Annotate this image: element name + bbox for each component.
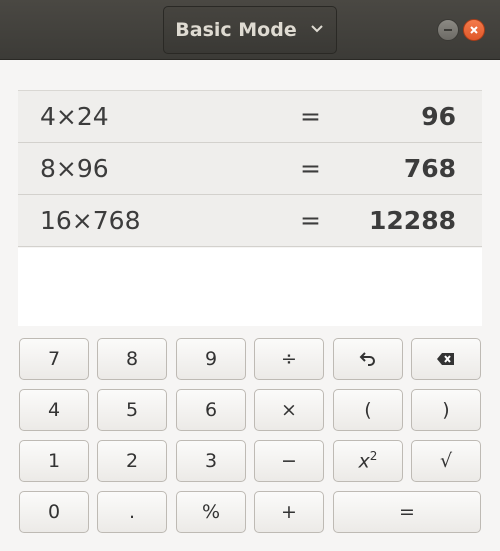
- key-decimal[interactable]: .: [97, 491, 167, 533]
- expression-input[interactable]: [18, 248, 482, 326]
- key-5[interactable]: 5: [97, 389, 167, 431]
- title-bar: Basic Mode: [0, 0, 500, 60]
- close-icon: [470, 26, 478, 34]
- undo-button[interactable]: [333, 338, 403, 380]
- key-1[interactable]: 1: [19, 440, 89, 482]
- backspace-icon: [437, 353, 454, 365]
- key-subtract[interactable]: −: [254, 440, 324, 482]
- history-result: 768: [403, 154, 456, 183]
- square-label: x2: [359, 449, 378, 472]
- history-equals: =: [300, 206, 321, 235]
- backspace-button[interactable]: [411, 338, 481, 380]
- key-4[interactable]: 4: [19, 389, 89, 431]
- history-expression: 16×768: [40, 206, 141, 235]
- key-6[interactable]: 6: [176, 389, 246, 431]
- close-button[interactable]: [463, 19, 485, 41]
- key-9[interactable]: 9: [176, 338, 246, 380]
- history-expression: 4×24: [40, 102, 109, 131]
- history-result: 96: [421, 102, 456, 131]
- mode-selector-button[interactable]: Basic Mode: [163, 6, 337, 54]
- history-row[interactable]: 8×96 = 768: [18, 143, 482, 195]
- minimize-icon: [444, 29, 452, 31]
- history-expression: 8×96: [40, 154, 109, 183]
- history-equals: =: [300, 102, 321, 131]
- square-base: x: [358, 450, 370, 473]
- key-percent[interactable]: %: [176, 491, 246, 533]
- mode-label: Basic Mode: [175, 19, 297, 41]
- key-open-paren[interactable]: (: [333, 389, 403, 431]
- history-list: 4×24 = 96 8×96 = 768 16×768 = 12288: [18, 90, 482, 248]
- history-result: 12288: [369, 206, 456, 235]
- minimize-button[interactable]: [437, 19, 459, 41]
- history-row[interactable]: 16×768 = 12288: [18, 195, 482, 247]
- key-multiply[interactable]: ×: [254, 389, 324, 431]
- square-exponent: 2: [369, 449, 378, 464]
- key-0[interactable]: 0: [19, 491, 89, 533]
- key-7[interactable]: 7: [19, 338, 89, 380]
- undo-icon: [359, 352, 375, 366]
- key-add[interactable]: +: [254, 491, 324, 533]
- key-sqrt[interactable]: √: [411, 440, 481, 482]
- key-close-paren[interactable]: ): [411, 389, 481, 431]
- history-equals: =: [300, 154, 321, 183]
- key-equals[interactable]: =: [333, 491, 481, 533]
- history-row[interactable]: 4×24 = 96: [18, 91, 482, 143]
- key-square[interactable]: x2: [333, 440, 403, 482]
- chevron-down-icon: [309, 19, 325, 41]
- key-8[interactable]: 8: [97, 338, 167, 380]
- key-2[interactable]: 2: [97, 440, 167, 482]
- key-3[interactable]: 3: [176, 440, 246, 482]
- key-divide[interactable]: ÷: [254, 338, 324, 380]
